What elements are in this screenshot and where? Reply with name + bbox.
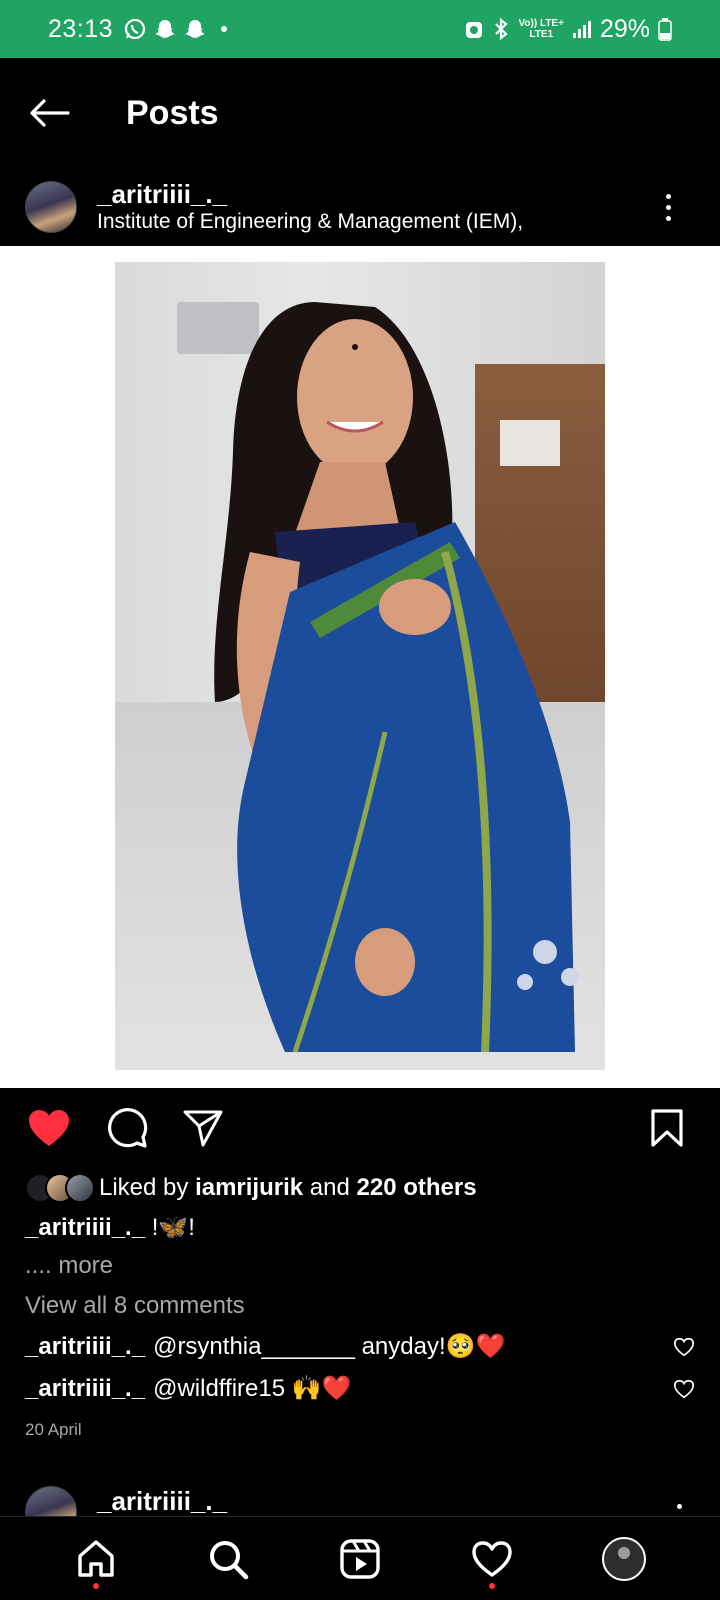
- likes-text: Liked by iamrijurik and 220 others: [99, 1174, 477, 1201]
- next-post-header: _aritriiii_._: [0, 1484, 720, 1516]
- signal-icon: [572, 21, 591, 38]
- save-button[interactable]: [642, 1103, 692, 1153]
- whatsapp-icon: [124, 18, 146, 40]
- comment-username[interactable]: _aritriiii_._: [25, 1333, 145, 1361]
- status-bar: 23:13 Vo)) LTE+ LTE1 29%: [0, 0, 720, 58]
- nav-search[interactable]: [198, 1529, 258, 1589]
- nav-home[interactable]: [66, 1529, 126, 1589]
- more-vertical-icon: [665, 193, 671, 199]
- next-post-username[interactable]: _aritriiii_._: [97, 1486, 227, 1516]
- person-in-saree: [214, 302, 579, 1053]
- post-meta: _aritriiii_._ Institute of Engineering &…: [97, 179, 523, 235]
- nav-reels[interactable]: [330, 1529, 390, 1589]
- post-options-button[interactable]: [656, 187, 680, 227]
- post-author-username[interactable]: _aritriiii_._: [97, 179, 523, 209]
- post-location[interactable]: Institute of Engineering & Management (I…: [97, 209, 523, 235]
- post-header: _aritriiii_._ Institute of Engineering &…: [0, 168, 720, 246]
- network-type: Vo)) LTE+ LTE1: [518, 18, 564, 40]
- comment-username[interactable]: _aritriiii_._: [25, 1375, 145, 1403]
- post-date: 20 April: [25, 1420, 82, 1439]
- comment-like-icon[interactable]: [673, 1378, 695, 1400]
- reels-icon: [340, 1538, 380, 1579]
- search-icon: [210, 1540, 249, 1579]
- nav-profile[interactable]: [594, 1529, 654, 1589]
- post-media[interactable]: [0, 246, 720, 1088]
- back-button[interactable]: [24, 88, 74, 138]
- comment-icon: [108, 1108, 148, 1148]
- nav-activity[interactable]: [462, 1529, 522, 1589]
- likes-others[interactable]: 220 others: [357, 1174, 477, 1201]
- liker-username[interactable]: iamrijurik: [195, 1174, 303, 1201]
- caption-more-link[interactable]: .... more: [25, 1252, 113, 1280]
- snapchat-icon: [155, 20, 176, 38]
- status-time: 23:13: [48, 14, 114, 43]
- alarm-icon: [466, 22, 483, 38]
- caption-username[interactable]: _aritriiii_._: [25, 1214, 145, 1241]
- bookmark-icon: [651, 1109, 683, 1147]
- snapchat-icon: [185, 20, 206, 38]
- back-arrow-icon: [30, 99, 70, 127]
- comment-text: @rsynthia_______ anyday!🥺❤️: [153, 1333, 506, 1360]
- notification-dot: [93, 1582, 99, 1589]
- liker-avatars: [25, 1173, 95, 1203]
- notification-dot: [489, 1582, 495, 1589]
- status-right: Vo)) LTE+ LTE1 29%: [464, 15, 672, 44]
- comment-like-icon[interactable]: [673, 1336, 695, 1358]
- battery-percent: 29%: [599, 14, 650, 43]
- top-nav: Posts: [0, 58, 720, 168]
- heart-filled-icon: [29, 1110, 69, 1146]
- post-photo: [115, 262, 605, 1070]
- more-notifications-dot: [221, 26, 228, 32]
- comment-row: _aritriiii_._ @wildffire15 🙌❤️: [25, 1374, 695, 1403]
- activity-heart-icon: [472, 1540, 512, 1577]
- send-icon: [183, 1110, 223, 1147]
- page-title: Posts: [126, 93, 219, 132]
- liker-avatar: [65, 1173, 95, 1203]
- caption-text: !🦋!: [151, 1214, 195, 1241]
- profile-avatar: [602, 1536, 646, 1581]
- bottom-nav: [0, 1516, 720, 1600]
- likes-summary[interactable]: Liked by iamrijurik and 220 others: [25, 1168, 477, 1208]
- comment-row: _aritriiii_._ @rsynthia_______ anyday!🥺❤…: [25, 1332, 695, 1361]
- notification-icons: [123, 17, 228, 41]
- battery-icon: [658, 18, 672, 41]
- comment-text: @wildffire15 🙌❤️: [153, 1375, 352, 1402]
- home-icon: [78, 1539, 114, 1577]
- bluetooth-icon: [495, 17, 509, 41]
- next-post-avatar[interactable]: [25, 1486, 77, 1516]
- post-caption: _aritriiii_._ !🦋!: [25, 1212, 195, 1244]
- post-actions: [0, 1088, 720, 1168]
- share-button[interactable]: [178, 1103, 228, 1153]
- comment-button[interactable]: [102, 1103, 152, 1153]
- like-button[interactable]: [24, 1103, 74, 1153]
- more-vertical-icon[interactable]: [677, 1504, 682, 1509]
- view-all-comments-link[interactable]: View all 8 comments: [25, 1292, 245, 1320]
- post-author-avatar[interactable]: [25, 181, 77, 233]
